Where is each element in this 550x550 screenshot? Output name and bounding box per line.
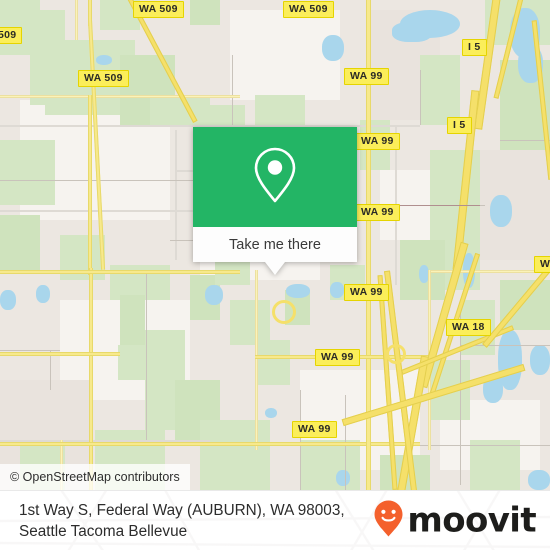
map-water xyxy=(205,285,223,305)
map-water xyxy=(0,290,16,310)
highway-shield: WA 18 xyxy=(446,319,491,336)
map-path xyxy=(300,390,301,490)
moovit-wordmark: moovit xyxy=(407,500,536,541)
map-green-area xyxy=(420,55,460,125)
map-canvas[interactable]: WA 509 WA 509 509 WA 509 WA 99 I 5 I 5 WA 99 WA … xyxy=(0,0,550,490)
highway-shield: WA 99 xyxy=(344,68,389,85)
map-green-area xyxy=(470,440,520,490)
map-green-area xyxy=(230,300,270,345)
poi-card[interactable]: Take me there xyxy=(193,127,357,275)
map-attribution[interactable]: © OpenStreetMap contributors xyxy=(0,464,190,490)
map-road xyxy=(75,0,78,40)
map-water xyxy=(322,35,344,61)
map-path xyxy=(500,140,550,141)
map-highway xyxy=(366,310,371,490)
map-highway xyxy=(89,268,93,490)
highway-shield: WA 509 xyxy=(283,1,334,18)
highway-shield: WA 99 xyxy=(292,421,337,438)
map-path xyxy=(460,310,461,485)
map-path xyxy=(232,55,233,125)
map-path xyxy=(0,350,60,351)
highway-shield: WA 99 xyxy=(355,204,400,221)
map-water xyxy=(490,195,512,227)
map-path xyxy=(400,445,550,446)
map-water xyxy=(36,285,50,303)
address-line-2: Seattle Tacoma Bellevue xyxy=(19,522,188,540)
poi-card-action[interactable]: Take me there xyxy=(193,227,357,275)
highway-shield: WA 99 xyxy=(355,133,400,150)
highway-shield: I 5 xyxy=(447,117,472,134)
map-water xyxy=(530,345,550,375)
map-path xyxy=(50,350,51,390)
map-path xyxy=(146,270,147,440)
moovit-pin-icon xyxy=(373,499,404,542)
map-green-area xyxy=(200,420,270,490)
app-root: WA 509 WA 509 509 WA 509 WA 99 I 5 I 5 WA 99 WA … xyxy=(0,0,550,550)
highway-shield: WA 509 xyxy=(133,1,184,18)
map-path xyxy=(420,70,421,125)
poi-card-pointer xyxy=(265,262,285,275)
map-pin-icon xyxy=(252,146,298,209)
map-road xyxy=(255,270,258,450)
map-water xyxy=(392,22,432,42)
map-interchange-loop xyxy=(386,344,406,364)
map-road xyxy=(0,95,240,98)
map-highway xyxy=(0,442,420,446)
highway-shield: W xyxy=(534,256,550,273)
map-highway xyxy=(88,95,92,275)
map-highway xyxy=(0,352,120,356)
map-highway xyxy=(0,270,240,274)
highway-shield: 509 xyxy=(0,27,23,44)
map-green-area xyxy=(205,105,245,127)
attribution-text: © OpenStreetMap contributors xyxy=(10,470,180,484)
map-water xyxy=(528,470,550,490)
footer-bar: 1st Way S, Federal Way (AUBURN), WA 9800… xyxy=(0,490,550,550)
map-water xyxy=(336,470,350,486)
highway-shield: WA 99 xyxy=(344,284,389,301)
map-green-area xyxy=(300,440,360,490)
map-green-area xyxy=(255,340,290,385)
map-path xyxy=(0,180,210,181)
highway-shield: WA 509 xyxy=(78,70,129,87)
map-green-area xyxy=(0,215,40,270)
highway-shield: WA 99 xyxy=(315,349,360,366)
location-address: 1st Way S, Federal Way (AUBURN), WA 9800… xyxy=(19,500,345,542)
map-green-area xyxy=(120,295,145,350)
poi-card-header xyxy=(193,127,357,227)
map-green-area xyxy=(0,140,55,205)
map-water xyxy=(330,282,344,298)
map-water xyxy=(96,55,112,65)
take-me-there-label: Take me there xyxy=(229,236,321,253)
address-line-1: 1st Way S, Federal Way (AUBURN), WA 9800… xyxy=(19,501,345,519)
map-green-area xyxy=(190,0,220,25)
highway-shield: I 5 xyxy=(462,39,487,56)
map-water xyxy=(265,408,277,418)
moovit-logo[interactable]: moovit xyxy=(373,499,537,542)
map-highway xyxy=(366,0,371,320)
map-road xyxy=(430,270,550,273)
map-interchange-loop xyxy=(272,300,296,324)
map-water xyxy=(286,284,310,298)
